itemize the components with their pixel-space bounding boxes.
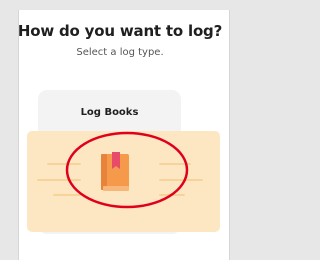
log-books-title: Log Books — [80, 107, 139, 118]
decorative-dash — [159, 179, 203, 181]
decorative-dash — [53, 194, 81, 196]
book-icon[interactable] — [95, 150, 135, 194]
decorative-dash — [37, 179, 81, 181]
decorative-dash — [47, 163, 81, 165]
dialog-title: How do you want to log? — [17, 22, 223, 40]
decorative-dash — [159, 163, 191, 165]
dialog-subtitle: Select a log type. — [76, 47, 164, 58]
decorative-dash — [159, 194, 185, 196]
